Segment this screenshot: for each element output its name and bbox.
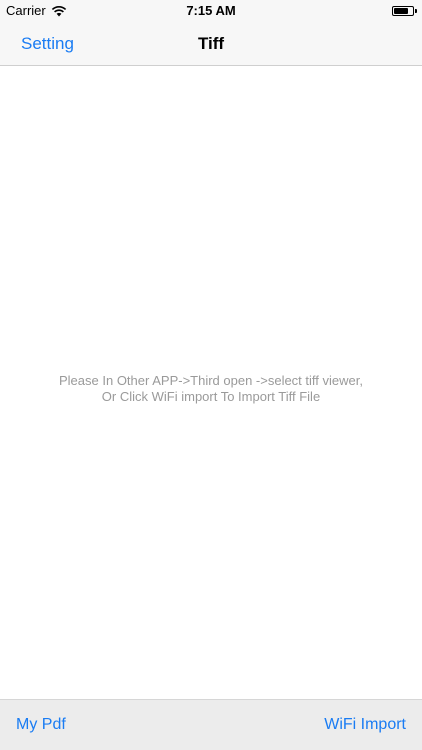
setting-button[interactable]: Setting bbox=[21, 22, 74, 65]
battery-level bbox=[394, 8, 408, 14]
app-screen: Carrier 7:15 AM Setting Tiff Please In O… bbox=[0, 0, 422, 750]
status-bar: Carrier 7:15 AM bbox=[0, 0, 422, 22]
battery-cap bbox=[415, 9, 417, 13]
wifi-import-button[interactable]: WiFi Import bbox=[324, 700, 406, 750]
empty-state-message: Please In Other APP->Third open ->select… bbox=[10, 373, 412, 405]
bottom-toolbar: My Pdf WiFi Import bbox=[0, 699, 422, 750]
empty-message-line-1: Please In Other APP->Third open ->select… bbox=[59, 373, 363, 388]
battery-icon bbox=[392, 6, 417, 16]
navigation-bar: Setting Tiff bbox=[0, 22, 422, 66]
status-time: 7:15 AM bbox=[186, 3, 236, 18]
my-pdf-button[interactable]: My Pdf bbox=[16, 700, 66, 750]
empty-message-line-2: Or Click WiFi import To Import Tiff File bbox=[101, 389, 321, 404]
content-area: Please In Other APP->Third open ->select… bbox=[0, 66, 422, 699]
